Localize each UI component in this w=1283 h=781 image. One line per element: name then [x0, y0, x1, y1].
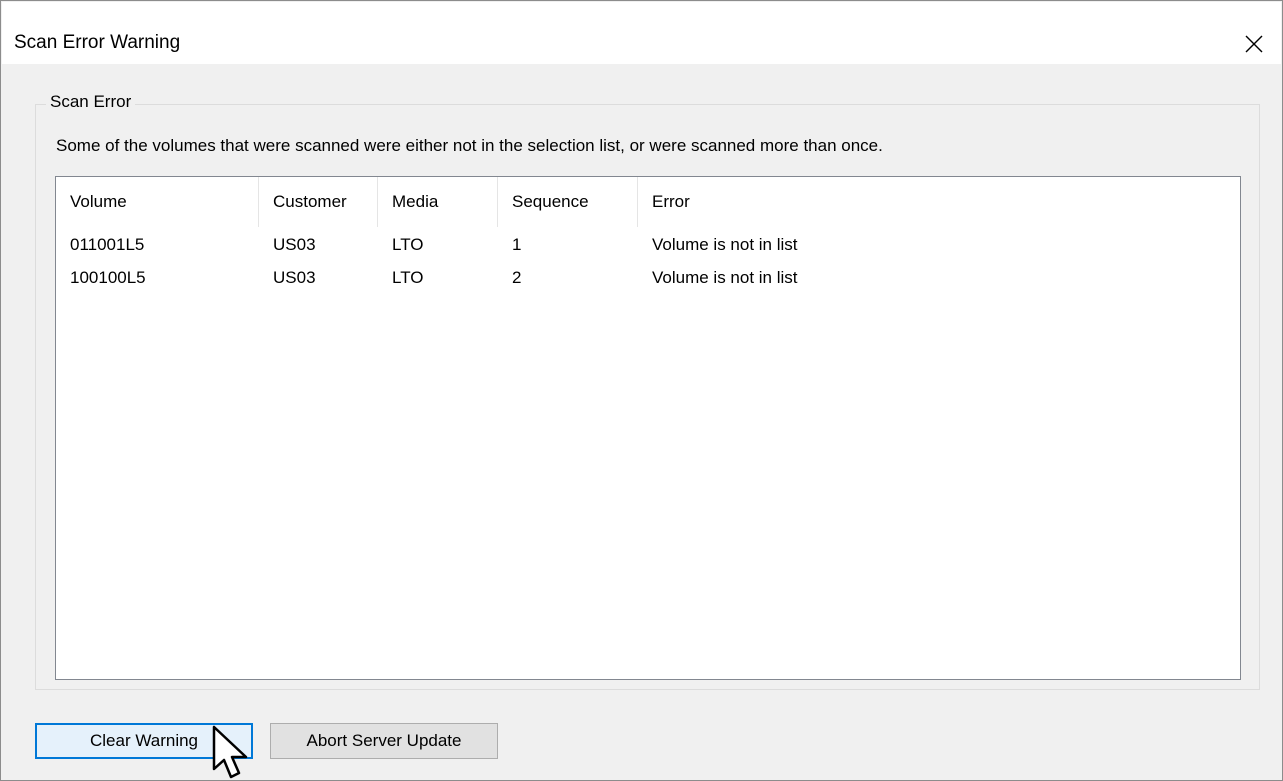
cell-error: Volume is not in list [652, 268, 798, 287]
cell-media: LTO [392, 268, 424, 287]
column-header-volume[interactable]: Volume [56, 177, 259, 227]
title-bar[interactable]: Scan Error Warning [2, 2, 1281, 64]
dialog-title: Scan Error Warning [14, 32, 181, 53]
cell-volume: 100100L5 [70, 268, 146, 287]
column-header-error[interactable]: Error [638, 177, 1240, 227]
column-header-media[interactable]: Media [378, 177, 498, 227]
close-button[interactable] [1221, 2, 1281, 64]
cell-error: Volume is not in list [652, 235, 798, 254]
close-icon [1245, 35, 1263, 53]
groupbox-legend: Scan Error [46, 91, 136, 113]
column-header-sequence[interactable]: Sequence [498, 177, 638, 227]
scan-error-list[interactable]: Volume Customer Media Sequence Error 011… [55, 176, 1241, 680]
cell-customer: US03 [273, 268, 316, 287]
scan-error-warning-dialog: Scan Error Warning Scan Error Some of th… [0, 0, 1283, 781]
list-header: Volume Customer Media Sequence Error [56, 177, 1240, 229]
cell-customer: US03 [273, 235, 316, 254]
cell-volume: 011001L5 [70, 235, 145, 254]
abort-server-update-button[interactable]: Abort Server Update [270, 723, 498, 759]
error-message: Some of the volumes that were scanned we… [56, 136, 883, 155]
cell-media: LTO [392, 235, 424, 254]
cell-sequence: 2 [512, 268, 522, 287]
table-row[interactable]: 011001L5 US03 LTO 1 Volume is not in lis… [56, 230, 1240, 260]
table-row[interactable]: 100100L5 US03 LTO 2 Volume is not in lis… [56, 263, 1240, 293]
mouse-pointer-icon [212, 725, 248, 779]
cell-sequence: 1 [512, 235, 522, 254]
column-header-customer[interactable]: Customer [259, 177, 378, 227]
